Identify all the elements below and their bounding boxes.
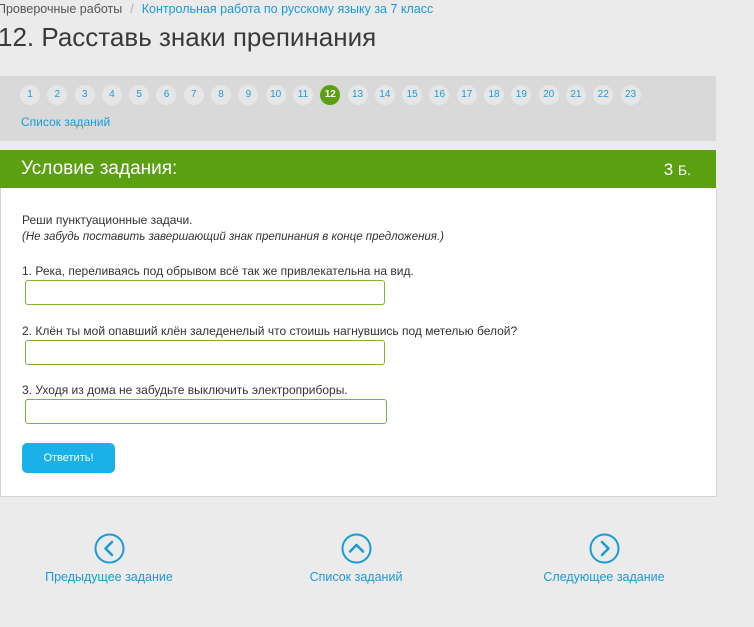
page-number-18[interactable]: 18 <box>484 85 505 105</box>
task-instruction: Реши пунктуационные задачи. <box>22 213 193 227</box>
page-number-9[interactable]: 9 <box>238 85 259 105</box>
task-list-bottom-label: Список заданий <box>309 570 403 584</box>
prev-task-link[interactable]: Предыдущее задание <box>44 533 174 584</box>
page-number-2[interactable]: 2 <box>47 85 68 105</box>
task-hint: (Не забудь поставить завершающий знак пр… <box>22 231 444 243</box>
points-badge: 3 Б. <box>664 160 691 180</box>
points-value: 3 <box>663 160 674 179</box>
page-number-12[interactable]: 12 <box>320 85 341 105</box>
breadcrumb-separator: / <box>130 2 134 16</box>
page-number-19[interactable]: 19 <box>511 85 532 105</box>
page-number-20[interactable]: 20 <box>538 85 559 105</box>
task-navigation: 1 2 3 4 5 6 7 8 9 10 11 12 13 14 15 16 17 18 19 20 21 22 23 Сп… <box>0 76 716 141</box>
breadcrumb: Проверочные работы / Контрольная работа по… <box>0 2 433 16</box>
answer-2-input[interactable] <box>25 340 385 365</box>
panel-title: Условие задания: <box>21 158 178 179</box>
page-number-11[interactable]: 11 <box>292 85 313 105</box>
page-number-23[interactable]: 23 <box>620 85 641 105</box>
points-unit: Б. <box>677 162 691 178</box>
question-1-text: 1. Река, переливаясь под обрывом всё так… <box>22 264 414 278</box>
answer-3-input[interactable] <box>25 399 387 424</box>
page-number-8[interactable]: 8 <box>211 85 232 105</box>
task-list-link[interactable]: Список заданий <box>21 115 110 129</box>
chevron-left-circle-icon <box>94 533 124 564</box>
chevron-up-circle-icon <box>341 533 371 564</box>
page-number-7[interactable]: 7 <box>183 85 204 105</box>
page-number-13[interactable]: 13 <box>347 85 368 105</box>
question-3-text: 3. Уходя из дома не забудьте выключить э… <box>22 383 348 397</box>
chevron-right-circle-icon <box>589 533 619 564</box>
submit-answer-button[interactable]: Ответить! <box>22 443 115 473</box>
task-body: Реши пунктуационные задачи. (Не забудь п… <box>0 188 717 497</box>
page-number-16[interactable]: 16 <box>429 85 450 105</box>
page-number-22[interactable]: 22 <box>593 85 614 105</box>
page-number-14[interactable]: 14 <box>374 85 395 105</box>
breadcrumb-current[interactable]: Контрольная работа по русскому языку за … <box>142 2 434 16</box>
next-task-link[interactable]: Следующее задание <box>540 533 668 584</box>
task-list-bottom-link[interactable]: Список заданий <box>306 533 406 584</box>
page-number-list: 1 2 3 4 5 6 7 8 9 10 11 12 13 14 15 16 17 18 19 20 21 22 23 <box>20 85 648 105</box>
page-number-15[interactable]: 15 <box>402 85 423 105</box>
page-number-21[interactable]: 21 <box>565 85 586 105</box>
task-hint-text: (Не забудь поставить завершающий знак пр… <box>22 231 444 243</box>
prev-task-label: Предыдущее задание <box>45 570 173 584</box>
page-number-10[interactable]: 10 <box>265 85 286 105</box>
page-number-1[interactable]: 1 <box>20 85 40 105</box>
page-title: 12. Расставь знаки препинания <box>0 22 377 52</box>
answer-1-input[interactable] <box>25 280 385 305</box>
page-number-3[interactable]: 3 <box>74 85 95 105</box>
breadcrumb-root[interactable]: Проверочные работы <box>0 2 122 16</box>
task-condition-header: Условие задания: 3 Б. <box>0 150 716 188</box>
page-number-6[interactable]: 6 <box>156 85 177 105</box>
page-number-17[interactable]: 17 <box>456 85 477 105</box>
next-task-label: Следующее задание <box>543 570 665 584</box>
page-number-5[interactable]: 5 <box>129 85 150 105</box>
question-2-text: 2. Клён ты мой опавший клён заледенелый … <box>22 324 518 338</box>
page-number-4[interactable]: 4 <box>101 85 122 105</box>
